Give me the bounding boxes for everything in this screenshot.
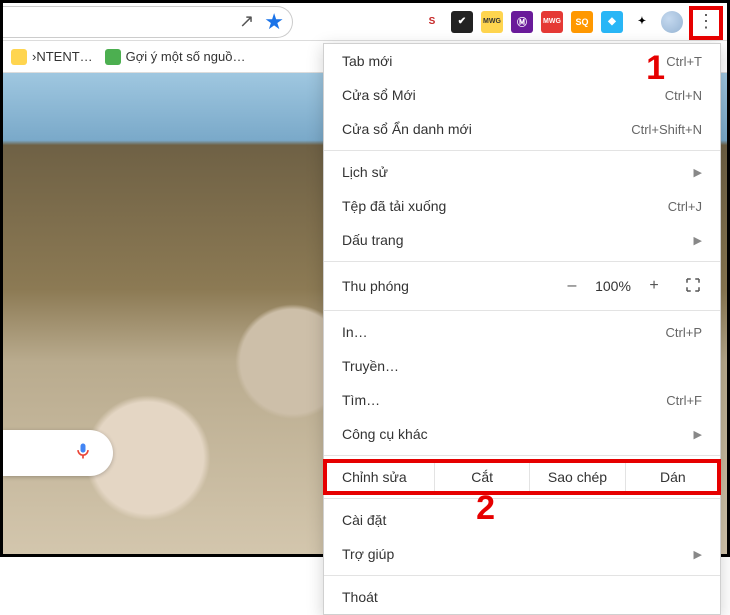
menu-item[interactable]: Trợ giúp▶ — [324, 537, 720, 571]
menu-separator — [324, 498, 720, 499]
bookmark-star-icon[interactable]: ★ — [264, 9, 284, 35]
share-icon[interactable]: ↗ — [239, 11, 254, 32]
menu-shortcut: Ctrl+P — [666, 325, 702, 340]
menu-separator — [324, 150, 720, 151]
zoom-out-button[interactable]: – — [556, 277, 588, 295]
chrome-menu: Tab mớiCtrl+T Cửa sổ MớiCtrl+N Cửa sổ Ẩn d… — [323, 43, 721, 615]
profile-avatar[interactable] — [661, 11, 683, 33]
voice-search-icon[interactable] — [73, 441, 93, 466]
menu-item[interactable]: Tìm…Ctrl+F — [324, 383, 720, 417]
bookmark-item[interactable]: Gợi ý một số nguồ… — [105, 49, 246, 65]
fullscreen-icon[interactable] — [684, 276, 702, 297]
zoom-in-button[interactable]: + — [638, 277, 670, 295]
menu-shortcut: Ctrl+Shift+N — [631, 122, 702, 137]
menu-shortcut: Ctrl+N — [665, 88, 702, 103]
menu-item[interactable]: In…Ctrl+P — [324, 315, 720, 349]
browser-toolbar: ↗ ★ S ✔ MWG Ⓜ MWG SQ ◆ ✦ ⋮ — [3, 3, 727, 41]
menu-separator — [324, 310, 720, 311]
check-ext-icon[interactable]: ✔ — [451, 11, 473, 33]
menu-item[interactable]: Dấu trang▶ — [324, 223, 720, 257]
bookmark-label: ›NTENT… — [32, 49, 93, 64]
menu-item[interactable]: Truyền… — [324, 349, 720, 383]
zoom-row: Thu phóng–100%+ — [324, 266, 720, 306]
menu-separator — [324, 261, 720, 262]
edit-row: Chỉnh sửaCắtSao chépDán — [324, 460, 720, 494]
chevron-right-icon: ▶ — [694, 428, 702, 441]
chevron-right-icon: ▶ — [694, 548, 702, 561]
copy-button[interactable]: Sao chép — [529, 460, 624, 494]
url-box-tail[interactable]: ↗ ★ — [3, 6, 293, 38]
menu-item-label: Lịch sử — [342, 164, 694, 180]
zoom-label: Thu phóng — [342, 278, 556, 294]
menu-separator — [324, 455, 720, 456]
menu-item-label: Trợ giúp — [342, 546, 694, 562]
seo-ext-icon[interactable]: S — [421, 11, 443, 33]
sq-ext-icon[interactable]: SQ — [571, 11, 593, 33]
bookmark-label: Gợi ý một số nguồ… — [126, 49, 246, 64]
menu-item[interactable]: Tệp đã tải xuốngCtrl+J — [324, 189, 720, 223]
menu-separator — [324, 575, 720, 576]
menu-item-label: Cửa sổ Mới — [342, 87, 665, 103]
mwg-red-icon[interactable]: MWG — [541, 11, 563, 33]
evernote-icon — [105, 49, 121, 65]
menu-item[interactable]: Công cụ khác▶ — [324, 417, 720, 451]
menu-shortcut: Ctrl+T — [666, 54, 702, 69]
menu-item-label: Tìm… — [342, 392, 666, 408]
search-box-remnant[interactable] — [3, 430, 113, 476]
menu-item-label: Cửa sổ Ẩn danh mới — [342, 121, 631, 137]
chevron-right-icon: ▶ — [694, 234, 702, 247]
mwg-yellow-icon[interactable]: MWG — [481, 11, 503, 33]
drop-ext-icon[interactable]: ◆ — [601, 11, 623, 33]
bookmark-item[interactable]: ›NTENT… — [11, 49, 93, 65]
extensions-tray: S ✔ MWG Ⓜ MWG SQ ◆ ✦ ⋮ — [421, 7, 721, 37]
mwg-purple-icon[interactable]: Ⓜ — [511, 11, 533, 33]
menu-item[interactable]: Cửa sổ Ẩn danh mớiCtrl+Shift+N — [324, 112, 720, 146]
menu-shortcut: Ctrl+F — [666, 393, 702, 408]
menu-item-label: Tệp đã tải xuống — [342, 198, 668, 214]
menu-item-label: Tab mới — [342, 53, 666, 69]
menu-item[interactable]: Lịch sử▶ — [324, 155, 720, 189]
edit-label: Chỉnh sửa — [324, 469, 434, 485]
menu-item-label: In… — [342, 324, 666, 340]
puzzle-ext-icon[interactable]: ✦ — [631, 11, 653, 33]
folder-icon — [11, 49, 27, 65]
zoom-level: 100% — [588, 278, 638, 294]
menu-item[interactable]: Cài đặt — [324, 503, 720, 537]
chevron-right-icon: ▶ — [694, 166, 702, 179]
annotation-1: 1 — [646, 49, 665, 88]
menu-item-label: Truyền… — [342, 358, 702, 374]
annotation-2: 2 — [476, 489, 495, 528]
menu-item-label: Dấu trang — [342, 232, 694, 248]
menu-item-label: Thoát — [342, 589, 702, 605]
paste-button[interactable]: Dán — [625, 460, 720, 494]
menu-item-label: Cài đặt — [342, 512, 702, 528]
menu-item-label: Công cụ khác — [342, 426, 694, 442]
kebab-menu-button[interactable]: ⋮ — [691, 7, 721, 37]
menu-item[interactable]: Thoát — [324, 580, 720, 614]
menu-shortcut: Ctrl+J — [668, 199, 702, 214]
